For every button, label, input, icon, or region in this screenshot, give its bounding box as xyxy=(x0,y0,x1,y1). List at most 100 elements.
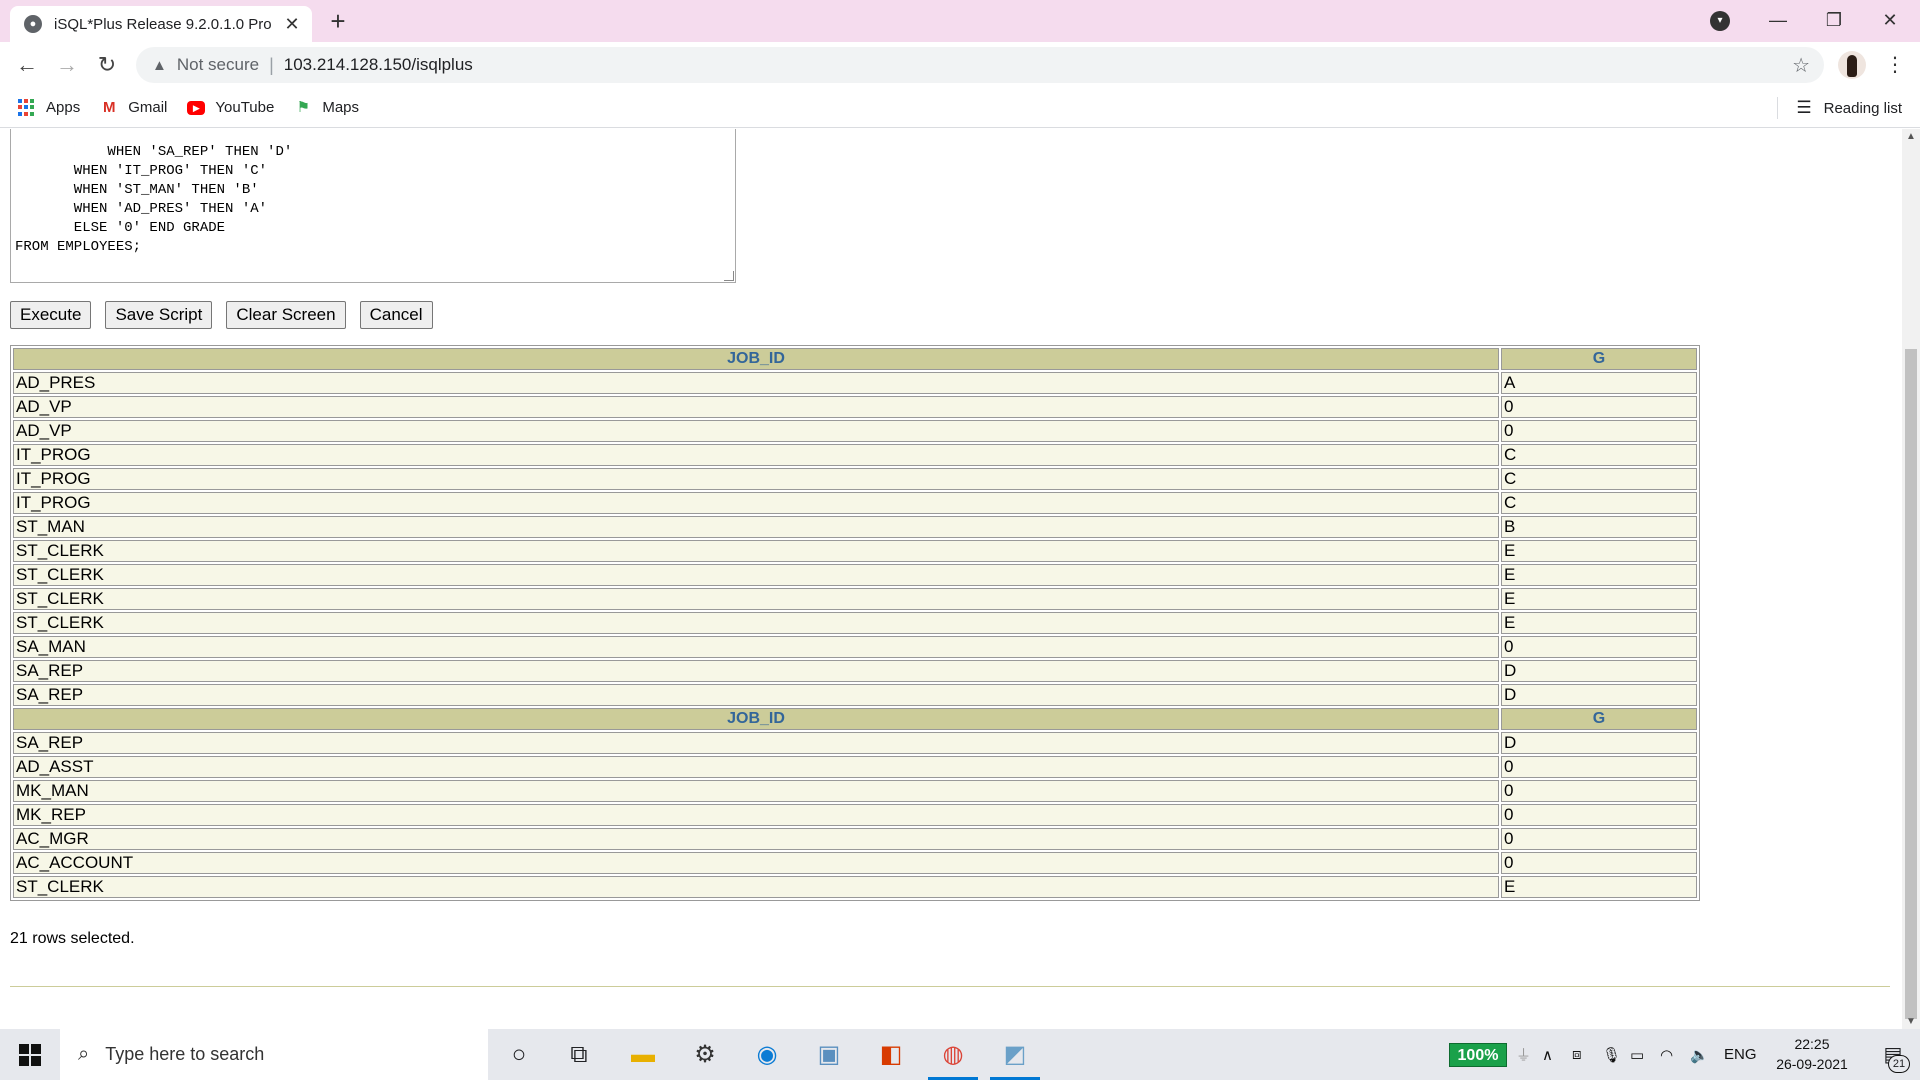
grade-cell: 0 xyxy=(1501,828,1697,850)
table-row: ST_CLERK E xyxy=(13,588,1697,610)
grade-cell: E xyxy=(1501,588,1697,610)
edge-icon[interactable]: ◉ xyxy=(738,1029,796,1080)
column-header-job-id: JOB_ID xyxy=(13,348,1499,370)
cortana-icon[interactable]: ○ xyxy=(490,1029,548,1080)
forward-icon[interactable]: → xyxy=(52,50,82,80)
minimize-button[interactable]: — xyxy=(1750,0,1806,42)
image-viewer-icon[interactable]: ▣ xyxy=(800,1029,858,1080)
resize-handle[interactable] xyxy=(724,271,734,281)
meet-now-icon[interactable]: ⧈ xyxy=(1572,1029,1582,1080)
job-id-cell: MK_REP xyxy=(13,804,1499,826)
tab-title: iSQL*Plus Release 9.2.0.1.0 Produ xyxy=(54,15,272,33)
task-view-icon[interactable]: ⧉ xyxy=(550,1029,608,1080)
language-indicator[interactable]: ENG xyxy=(1724,1029,1757,1080)
job-id-cell: SA_REP xyxy=(13,684,1499,706)
bookmark-label: YouTube xyxy=(215,99,275,116)
show-hidden-icons-icon[interactable]: ∧ xyxy=(1542,1029,1553,1080)
scroll-up-icon[interactable]: ▲ xyxy=(1902,131,1920,142)
office-icon[interactable]: ◧ xyxy=(862,1029,920,1080)
clear-screen-button[interactable]: Clear Screen xyxy=(226,301,346,329)
execute-button[interactable]: Execute xyxy=(10,301,92,329)
grade-cell: C xyxy=(1501,468,1697,490)
scrollbar-thumb[interactable] xyxy=(1905,349,1917,1019)
browser-menu-icon[interactable]: ⋮ xyxy=(1880,50,1910,80)
settings-icon[interactable]: ⚙ xyxy=(676,1029,734,1080)
bookmark-apps[interactable]: Apps xyxy=(18,98,81,117)
job-id-cell: AD_PRES xyxy=(13,372,1499,394)
save-script-button[interactable]: Save Script xyxy=(105,301,213,329)
security-label[interactable]: Not secure xyxy=(177,55,259,75)
profile-avatar[interactable] xyxy=(1838,51,1866,79)
sql-editor-textarea[interactable]: WHEN 'SA_REP' THEN 'D' WHEN 'IT_PROG' TH… xyxy=(10,129,736,283)
grade-cell: 0 xyxy=(1501,804,1697,826)
table-row: IT_PROG C xyxy=(13,492,1697,514)
new-tab-button[interactable]: + xyxy=(322,6,354,38)
back-icon[interactable]: ← xyxy=(12,50,42,80)
job-id-cell: ST_CLERK xyxy=(13,612,1499,634)
wifi-icon[interactable]: ◠ xyxy=(1660,1029,1673,1080)
page-scrollbar[interactable]: ▲ ▼ xyxy=(1902,129,1920,1029)
address-bar[interactable]: ▲ Not secure | 103.214.128.150/isqlplus … xyxy=(136,47,1824,83)
clock-time: 22:25 xyxy=(1794,1036,1830,1052)
action-buttons: Execute Save Script Clear Screen Cancel xyxy=(10,301,433,329)
bookmark-label: Apps xyxy=(46,99,81,116)
close-window-button[interactable]: ✕ xyxy=(1862,0,1918,42)
url-text[interactable]: 103.214.128.150/isqlplus xyxy=(284,55,473,75)
notification-count-badge: 21 xyxy=(1888,1055,1910,1073)
volume-icon[interactable]: 🔈 xyxy=(1690,1029,1709,1080)
close-tab-icon[interactable]: ✕ xyxy=(282,14,302,35)
table-row: ST_CLERK E xyxy=(13,876,1697,898)
column-header-grade: G xyxy=(1501,348,1697,370)
grade-cell: E xyxy=(1501,876,1697,898)
table-row: ST_CLERK E xyxy=(13,564,1697,586)
grade-cell: D xyxy=(1501,732,1697,754)
gmail-icon: M xyxy=(102,98,116,116)
plug-icon[interactable]: ⏚ xyxy=(1516,1029,1531,1080)
table-row: AD_PRES A xyxy=(13,372,1697,394)
microphone-icon[interactable]: 🎙 xyxy=(1602,1029,1621,1080)
file-explorer-icon[interactable]: ▬ xyxy=(614,1029,672,1080)
battery-icon[interactable]: ▭ xyxy=(1630,1029,1644,1080)
table-header-row: JOB_ID G xyxy=(13,708,1697,730)
sql-text[interactable]: WHEN 'SA_REP' THEN 'D' WHEN 'IT_PROG' TH… xyxy=(15,144,292,255)
job-id-cell: SA_REP xyxy=(13,732,1499,754)
table-row: IT_PROG C xyxy=(13,444,1697,466)
bookmark-gmail[interactable]: M Gmail xyxy=(100,99,167,117)
search-icon: ⌕ xyxy=(78,1043,90,1065)
globe-icon: ● xyxy=(24,15,42,33)
table-row: MK_REP 0 xyxy=(13,804,1697,826)
job-id-cell: ST_MAN xyxy=(13,516,1499,538)
cancel-button[interactable]: Cancel xyxy=(359,301,433,329)
warning-icon[interactable]: ▲ xyxy=(152,57,167,74)
start-button[interactable] xyxy=(0,1029,60,1080)
job-id-cell: IT_PROG xyxy=(13,444,1499,466)
reading-list-button[interactable]: ☰ Reading list xyxy=(1796,88,1902,128)
table-row: SA_MAN 0 xyxy=(13,636,1697,658)
restore-button[interactable]: ❐ xyxy=(1806,0,1862,42)
bookmark-label: Maps xyxy=(322,99,360,116)
bookmarks-divider xyxy=(1777,97,1778,119)
battery-percent-badge[interactable]: 100% xyxy=(1449,1043,1507,1067)
bookmark-maps[interactable]: ⚑ Maps xyxy=(294,99,359,117)
reload-icon[interactable]: ↻ xyxy=(92,50,122,80)
bookmark-star-icon[interactable]: ☆ xyxy=(1792,53,1810,78)
notepad-icon[interactable]: ◩ xyxy=(986,1029,1044,1080)
bookmark-youtube[interactable]: ▶ YouTube xyxy=(187,99,274,116)
taskbar-search[interactable]: ⌕ Type here to search xyxy=(60,1029,488,1080)
system-clock[interactable]: 22:25 26-09-2021 xyxy=(1762,1034,1862,1074)
job-id-cell: AC_ACCOUNT xyxy=(13,852,1499,874)
job-id-cell: ST_CLERK xyxy=(13,540,1499,562)
table-row: AC_ACCOUNT 0 xyxy=(13,852,1697,874)
tab-search-icon[interactable]: ▾ xyxy=(1710,11,1730,31)
job-id-cell: MK_MAN xyxy=(13,780,1499,802)
page-content: WHEN 'SA_REP' THEN 'D' WHEN 'IT_PROG' TH… xyxy=(0,129,1902,1029)
table-row: AD_VP 0 xyxy=(13,396,1697,418)
chrome-icon[interactable]: ◍ xyxy=(924,1029,982,1080)
scroll-down-icon[interactable]: ▼ xyxy=(1902,1016,1920,1027)
column-header-job-id: JOB_ID xyxy=(13,708,1499,730)
table-row: AD_VP 0 xyxy=(13,420,1697,442)
browser-tab[interactable]: ● iSQL*Plus Release 9.2.0.1.0 Produ ✕ xyxy=(10,6,312,42)
grade-cell: A xyxy=(1501,372,1697,394)
table-row: SA_REP D xyxy=(13,684,1697,706)
table-row: SA_REP D xyxy=(13,732,1697,754)
